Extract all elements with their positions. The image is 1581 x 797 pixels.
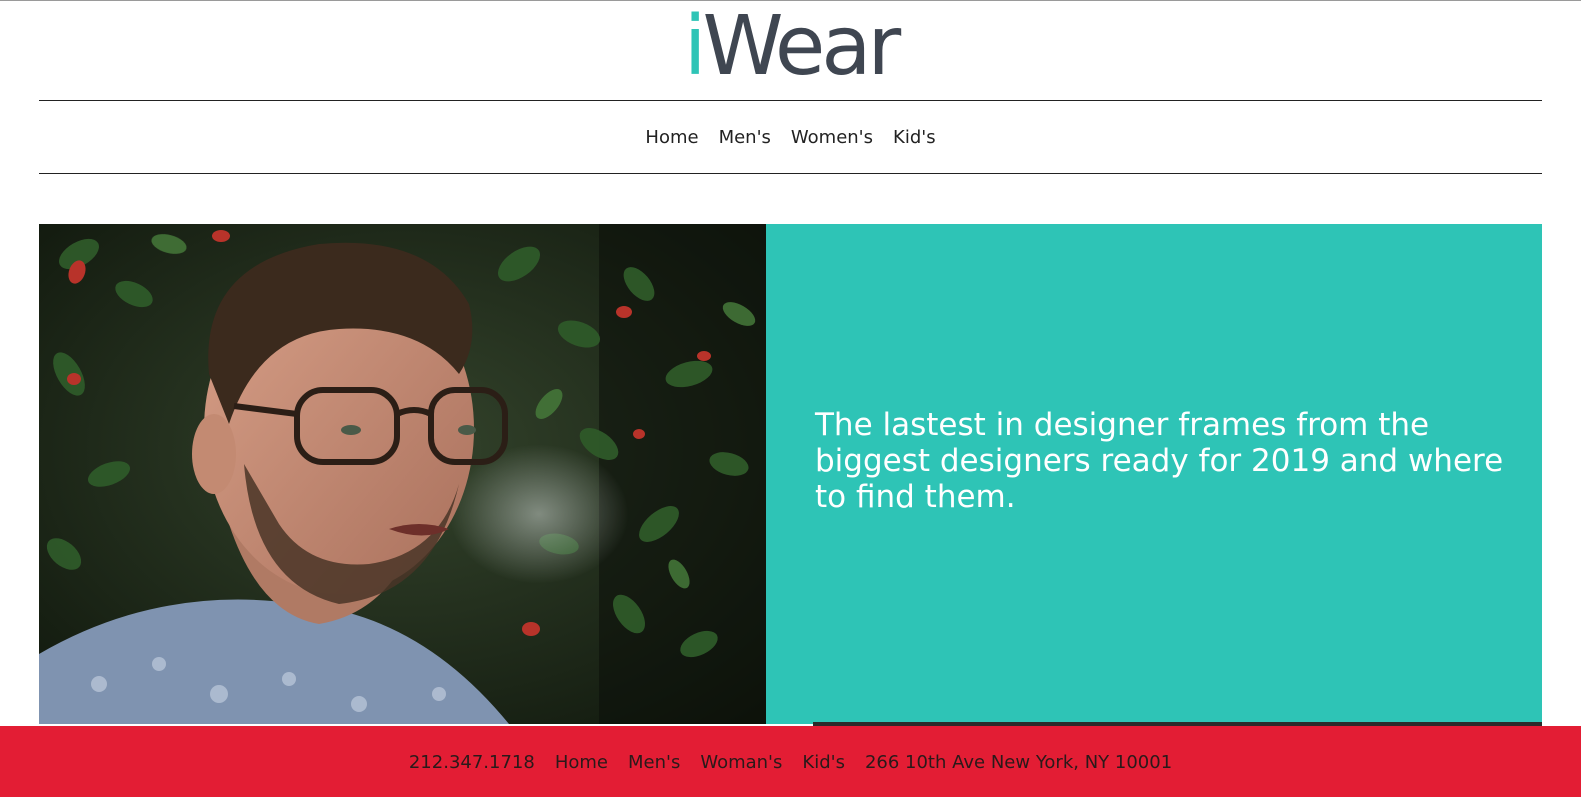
page: iWear Home Men's Women's Kid's The laste… xyxy=(0,0,1581,797)
footer-home-link[interactable]: Home xyxy=(555,752,608,773)
logo-i: i xyxy=(683,0,707,94)
man-with-glasses-photo xyxy=(39,224,766,724)
nav-womens-link[interactable]: Women's xyxy=(791,127,873,148)
footer-womans-link[interactable]: Woman's xyxy=(700,752,782,773)
header-divider-bottom xyxy=(39,173,1542,174)
hero-panel: The lastest in designer frames from the … xyxy=(766,224,1542,724)
footer-address: 266 10th Ave New York, NY 10001 xyxy=(864,751,1173,773)
site-logo[interactable]: iWear xyxy=(0,1,1581,99)
footer-mens-link[interactable]: Men's xyxy=(628,752,680,773)
hero-image xyxy=(39,224,766,724)
footer-kids-link[interactable]: Kid's xyxy=(802,752,845,773)
footer-phone[interactable]: 212.347.1718 xyxy=(409,752,535,773)
main-nav: Home Men's Women's Kid's xyxy=(39,101,1542,173)
nav-mens-link[interactable]: Men's xyxy=(719,127,771,148)
site-footer: 212.347.1718 Home Men's Woman's Kid's 26… xyxy=(0,726,1581,797)
logo-wear: Wear xyxy=(702,0,902,94)
logo-wordmark: iWear xyxy=(684,6,901,88)
nav-kids-link[interactable]: Kid's xyxy=(893,127,936,148)
hero-headline: The lastest in designer frames from the … xyxy=(815,407,1504,515)
nav-home-link[interactable]: Home xyxy=(645,127,698,148)
